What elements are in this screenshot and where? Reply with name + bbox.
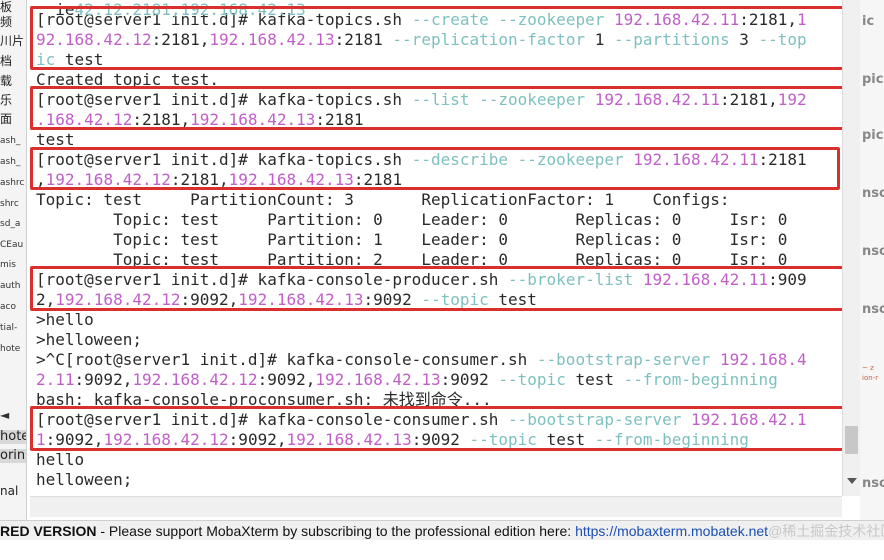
highlight-producer-command: [30, 266, 842, 311]
terminal-line: Topic: test PartitionCount: 3 Replicatio…: [36, 190, 730, 210]
terminal-line: Topic: test Partition: 1 Leader: 0 Repli…: [36, 230, 787, 250]
highlight-create-command: [30, 6, 842, 70]
scroll-left-icon[interactable]: ◄: [0, 408, 26, 422]
side-label: ic: [862, 14, 875, 29]
subscribe-link[interactable]: https://mobaxterm.mobatek.net: [575, 523, 768, 539]
tree-item[interactable]: CEau: [0, 238, 26, 252]
tree-item[interactable]: nal: [0, 484, 26, 498]
terminal-text: Topic: test Partition: 0 Leader: 0 Repli…: [36, 210, 788, 229]
terminal-text: >helloween;: [36, 330, 142, 349]
terminal-line: helloween;: [36, 470, 132, 490]
ip-address-text: 192.168.42.12: [132, 370, 258, 389]
tree-item[interactable]: aco: [0, 300, 26, 314]
tree-item[interactable]: 川片: [0, 34, 26, 48]
terminal-line: >^C[root@server1 init.d]# kafka-console-…: [36, 350, 807, 370]
side-label: nso: [862, 244, 884, 259]
terminal-text: :9092,: [257, 370, 316, 389]
terminal-text: hello: [36, 450, 85, 469]
side-label: nso: [862, 302, 884, 317]
tree-item[interactable]: ash_: [0, 134, 26, 148]
terminal-text: >hello: [36, 310, 94, 329]
terminal-horizontal-scrollbar[interactable]: [30, 496, 842, 517]
side-label: nso: [862, 476, 884, 491]
tree-item[interactable]: 乐: [0, 93, 26, 107]
terminal-output[interactable]: helloween; hello 1:9092,192.168.42.12:9092…: [30, 0, 842, 496]
highlight-consumer-command: [30, 406, 842, 451]
bottom-margin: [0, 540, 884, 560]
tree-item[interactable]: mis: [0, 258, 26, 272]
tree-item[interactable]: 载: [0, 74, 26, 88]
tree-item[interactable]: sd_a: [0, 217, 26, 231]
tree-item[interactable]: 档: [0, 54, 26, 68]
tree-item[interactable]: ash_: [0, 155, 26, 169]
tree-item[interactable]: hote: [0, 430, 26, 444]
highlight-describe-command: [30, 147, 840, 190]
ip-address-text: 192.168.42.13: [315, 370, 441, 389]
status-bar: RED VERSION - Please support MobaXterm b…: [0, 520, 884, 541]
side-label: nso: [862, 186, 884, 201]
tree-item[interactable]: ashrc: [0, 176, 26, 190]
terminal-line: >helloween;: [36, 330, 142, 350]
terminal-text: test: [575, 370, 624, 389]
ip-address-text: 2.11: [36, 370, 75, 389]
terminal-line: hello: [36, 450, 84, 470]
tree-item[interactable]: 面: [0, 112, 26, 126]
terminal-text: >^C[root@server1 init.d]# kafka-console-…: [36, 350, 537, 369]
tree-item[interactable]: auth: [0, 279, 26, 293]
tree-item[interactable]: shrc: [0, 197, 26, 211]
terminal-text: :9092: [440, 370, 499, 389]
edition-label: RED VERSION: [0, 523, 97, 539]
option-flag-text: --from-beginning: [623, 370, 778, 389]
left-file-tree: 板 频 川片 档 载 乐 面 ash_ ash_ ashrc shrc sd_a…: [0, 0, 27, 520]
tree-item[interactable]: tial-: [0, 321, 26, 335]
support-message: Please support MobaXterm by subscribing …: [108, 523, 576, 539]
terminal-line: Topic: test Partition: 0 Leader: 0 Repli…: [36, 210, 787, 230]
side-label: pic: [862, 128, 884, 143]
terminal-text: :9092,: [74, 370, 133, 389]
status-separator: -: [96, 523, 109, 539]
side-label: pic: [862, 72, 884, 87]
option-flag-text: --topic: [498, 370, 576, 389]
tree-item[interactable]: orin: [0, 449, 26, 463]
right-panel-edge: ic pic pic nso nso nso ~ z ion-r nso: [860, 0, 884, 520]
tree-item[interactable]: 板: [0, 0, 26, 14]
terminal-vertical-scrollbar[interactable]: [842, 0, 861, 496]
ip-address-text: 192.168.4: [719, 350, 807, 369]
terminal-text: Topic: test Partition: 1 Leader: 0 Repli…: [36, 230, 788, 249]
highlight-list-command: [30, 86, 842, 130]
side-small-label: ion-r: [862, 374, 879, 382]
terminal-text: helloween;: [36, 470, 133, 489]
scroll-down-icon[interactable]: [847, 478, 857, 484]
tree-item[interactable]: 频: [0, 15, 26, 29]
terminal-line: 2.11:9092,192.168.42.12:9092,192.168.42.…: [36, 370, 778, 390]
terminal-line: >hello: [36, 310, 94, 330]
side-small-label: ~ z: [862, 364, 874, 372]
option-flag-text: --bootstrap-server: [536, 350, 720, 369]
watermark: @稀土掘金技术社区: [768, 523, 884, 539]
tree-item[interactable]: hote: [0, 342, 26, 356]
terminal-text: Topic: test PartitionCount: 3 Replicatio…: [36, 190, 730, 209]
scrollbar-thumb[interactable]: [845, 426, 858, 454]
